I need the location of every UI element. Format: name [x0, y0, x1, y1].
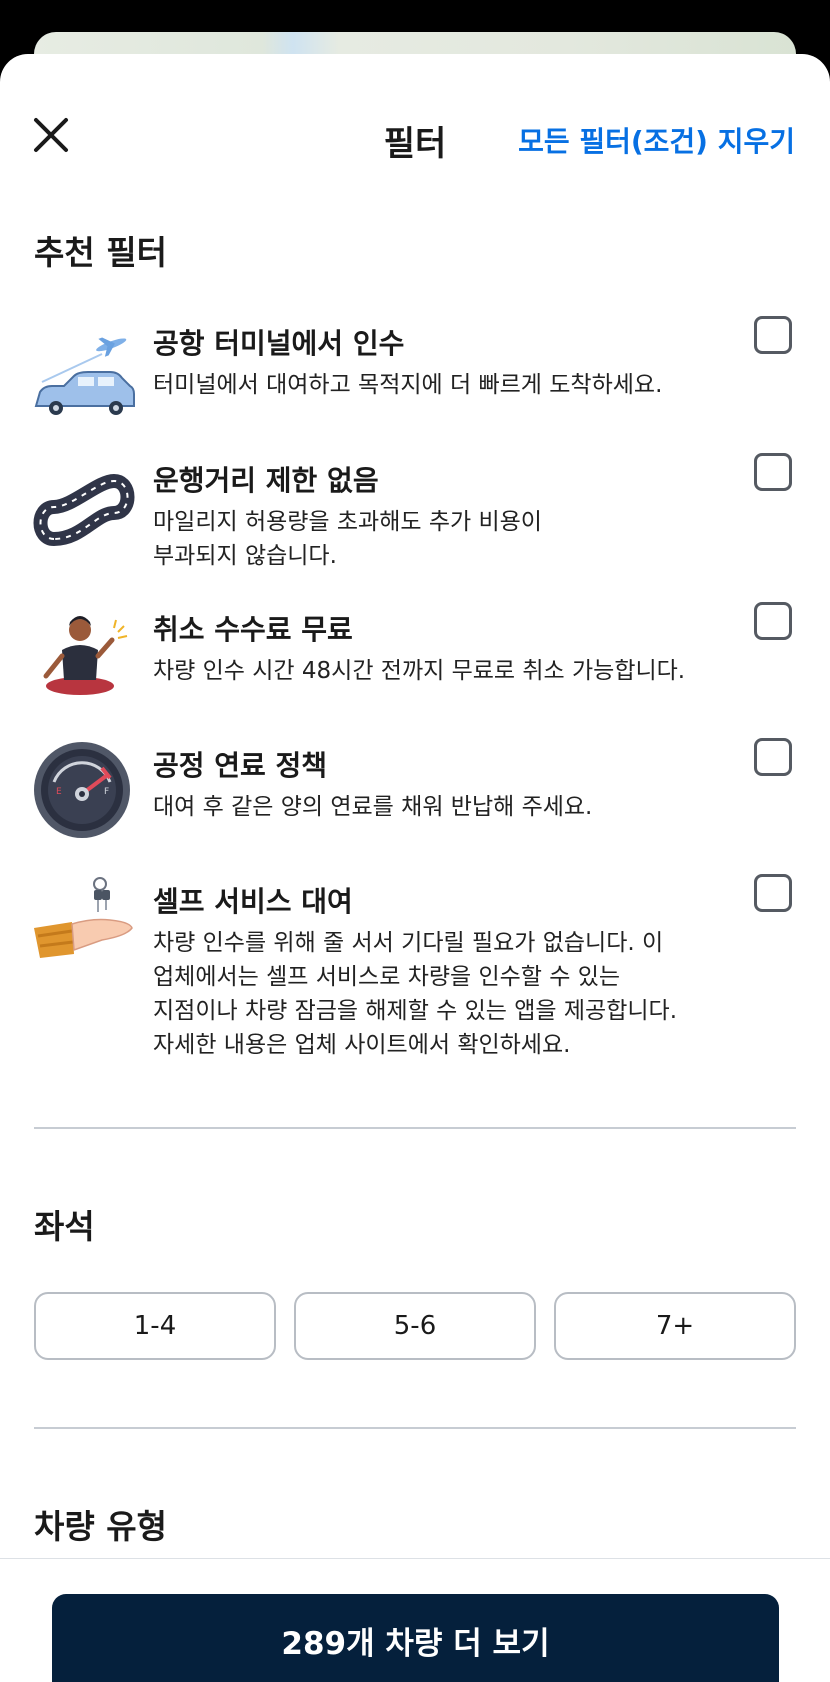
sheet-header: 필터 모든 필터(조건) 지우기 — [0, 54, 830, 174]
fuel-gauge-icon: E F — [34, 742, 130, 838]
filter-title: 공정 연료 정책 — [153, 749, 328, 782]
fair-fuel-checkbox[interactable] — [754, 738, 792, 776]
filter-title: 취소 수수료 무료 — [153, 613, 353, 646]
filter-description: 차량 인수 시간 48시간 전까지 무료로 취소 가능합니다. — [153, 658, 686, 684]
section-divider — [34, 1427, 796, 1429]
recommended-filters-heading: 추천 필터 — [34, 233, 167, 272]
filter-description-line: 자세한 내용은 업체 사이트에서 확인하세요. — [153, 1032, 571, 1058]
seat-option-5-6[interactable]: 5-6 — [294, 1292, 536, 1360]
infinity-road-icon — [33, 473, 135, 547]
airport-pickup-checkbox[interactable] — [754, 316, 792, 354]
filter-description-line: 부과되지 않습니다. — [153, 543, 337, 569]
filter-description-line: 마일리지 허용량을 초과해도 추가 비용이 — [153, 509, 542, 535]
self-service-checkbox[interactable] — [754, 874, 792, 912]
show-vehicles-button[interactable]: 289개 차량 더 보기 — [52, 1594, 779, 1682]
seats-heading: 좌석 — [34, 1207, 95, 1246]
filter-description: 대여 후 같은 양의 연료를 채워 반납해 주세요. — [153, 794, 593, 820]
vehicle-type-heading: 차량 유형 — [34, 1507, 167, 1546]
filter-description: 마일리지 허용량을 초과해도 추가 비용이 부과되지 않습니다. — [153, 505, 698, 573]
filter-description: 차량 인수를 위해 줄 서서 기다릴 필요가 없습니다. 이 업체에서는 셀프 … — [153, 926, 698, 1062]
filter-title: 운행거리 제한 없음 — [153, 464, 379, 497]
clear-all-filters-link[interactable]: 모든 필터(조건) 지우기 — [518, 120, 795, 160]
relaxed-person-icon — [43, 616, 128, 695]
footer-divider — [0, 1558, 830, 1559]
filter-sheet: 필터 모든 필터(조건) 지우기 추천 필터 공항 터미널에서 인수 터미널에서… — [0, 54, 830, 1682]
filter-description-line: 업체에서는 셀프 서비스로 차량을 인수할 수 있는 — [153, 964, 621, 990]
unlimited-mileage-checkbox[interactable] — [754, 453, 792, 491]
svg-text:F: F — [104, 787, 109, 797]
hand-keys-icon — [34, 877, 133, 958]
filter-description: 터미널에서 대여하고 목적지에 더 빠르게 도착하세요. — [153, 372, 663, 398]
filter-description-line: 차량 인수를 위해 줄 서서 기다릴 필요가 없습니다. 이 — [153, 930, 664, 956]
section-divider — [34, 1127, 796, 1129]
svg-text:E: E — [56, 787, 62, 797]
filter-title: 셀프 서비스 대여 — [153, 885, 353, 918]
airport-car-icon — [34, 337, 135, 415]
seat-option-1-4[interactable]: 1-4 — [34, 1292, 276, 1360]
free-cancellation-checkbox[interactable] — [754, 602, 792, 640]
filter-title: 공항 터미널에서 인수 — [153, 327, 405, 360]
seat-option-7-plus[interactable]: 7+ — [554, 1292, 796, 1360]
filter-description-line: 지점이나 차량 잠금을 해제할 수 있는 앱을 제공합니다. — [153, 998, 678, 1024]
